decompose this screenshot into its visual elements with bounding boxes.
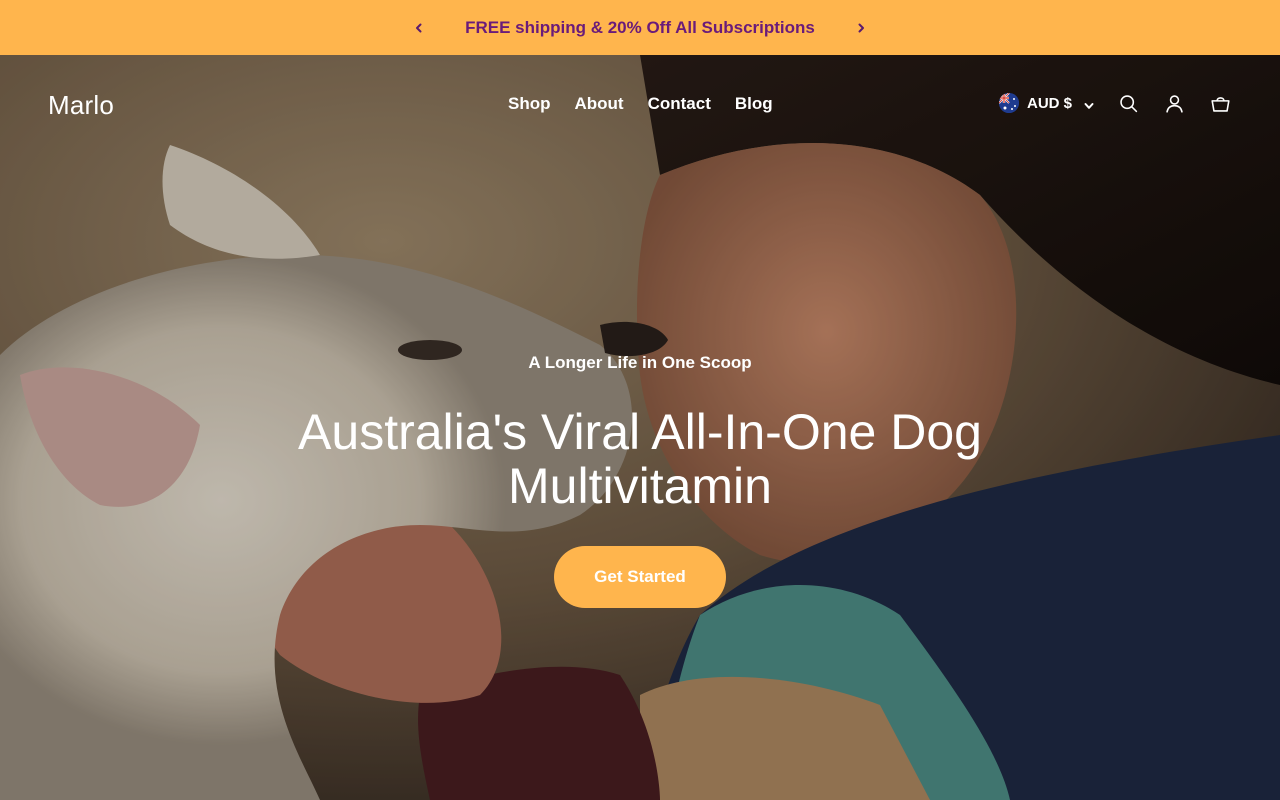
chevron-left-icon[interactable] [409, 18, 429, 38]
nav-item-shop[interactable]: Shop [508, 94, 551, 114]
hero-headline: Australia's Viral All-In-One Dog Multivi… [298, 404, 982, 514]
account-icon[interactable] [1162, 91, 1186, 115]
hero-section: Marlo Shop About Contact Blog AUD $ A Lo… [0, 55, 1280, 800]
get-started-button[interactable]: Get Started [554, 546, 726, 608]
search-icon[interactable] [1116, 91, 1140, 115]
nav-item-contact[interactable]: Contact [648, 94, 711, 114]
site-header: Marlo Shop About Contact Blog AUD $ [0, 55, 1280, 155]
currency-label: AUD $ [1026, 94, 1072, 112]
currency-selector[interactable]: AUD $ [998, 93, 1094, 113]
main-nav: Shop About Contact Blog [508, 94, 773, 114]
chevron-right-icon[interactable] [851, 18, 871, 38]
nav-item-about[interactable]: About [575, 94, 624, 114]
hero-tagline: A Longer Life in One Scoop [528, 353, 752, 372]
announcement-text[interactable]: FREE shipping & 20% Off All Subscription… [465, 18, 815, 38]
cart-icon[interactable] [1208, 91, 1232, 115]
logo[interactable]: Marlo [48, 90, 114, 121]
chevron-down-icon [1084, 98, 1094, 109]
header-actions: AUD $ [998, 91, 1232, 115]
australia-flag-icon [998, 93, 1019, 113]
announcement-bar: FREE shipping & 20% Off All Subscription… [0, 0, 1280, 55]
nav-item-blog[interactable]: Blog [735, 94, 773, 114]
